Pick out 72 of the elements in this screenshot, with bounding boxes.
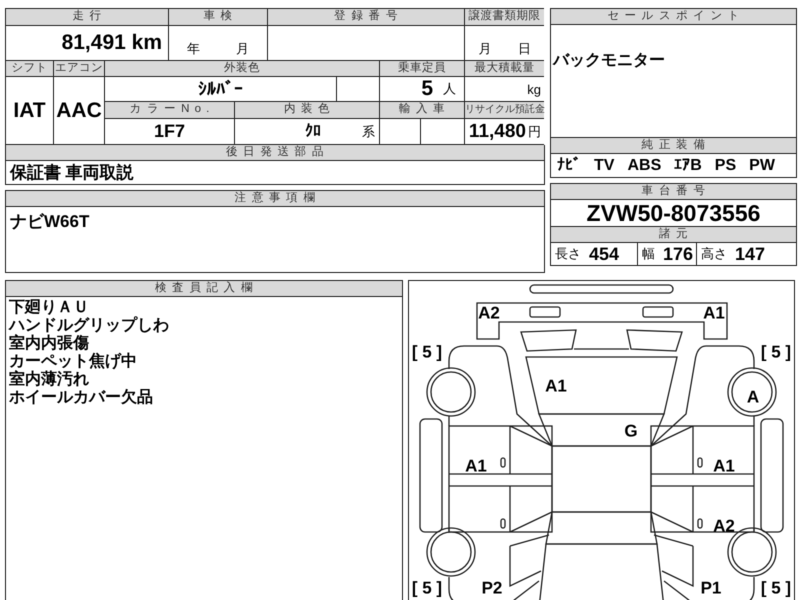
field-label: セールスポイント — [551, 9, 796, 24]
field-label: 純正装備 — [551, 138, 796, 153]
spec-value: 176 — [663, 244, 694, 264]
unit-label: 円 — [528, 122, 541, 140]
field-value: IAT — [13, 98, 46, 122]
spec-label: 高さ — [701, 245, 727, 263]
unit-label: kg — [527, 82, 541, 96]
damage-code: [ 5 ] — [412, 342, 442, 362]
inspection-note: 下廻りＡＵ — [9, 299, 89, 317]
field-label: 輸入車 — [380, 102, 464, 118]
field-label: カラーNo. — [105, 102, 234, 118]
field-label: 最大積載量 — [465, 61, 544, 76]
spec-label: 長さ — [555, 245, 581, 263]
inspection-note: ホイールカバー欠品 — [9, 389, 153, 407]
inspection-note: 室内内張傷 — [9, 335, 89, 352]
equipment-item: TV — [594, 156, 614, 174]
damage-code: A2 — [478, 304, 500, 322]
chassis-number: ZVW50-8073556 — [586, 200, 760, 226]
field-label: 内装色 — [235, 102, 379, 118]
field-label: 譲渡書類期限 — [465, 9, 544, 25]
equipment-item: ﾅﾋﾞ — [557, 156, 581, 175]
field-label: 乗車定員 — [380, 61, 464, 76]
damage-code: [ 5 ] — [412, 578, 442, 598]
equipment-item: PS — [714, 156, 736, 174]
field-value: 11,480 — [468, 120, 526, 142]
field-label: エアコン — [54, 61, 104, 76]
inspection-note: カーペット焦げ中 — [9, 353, 137, 370]
damage-code: G — [624, 422, 638, 440]
field-label: 注意事項欄 — [6, 191, 544, 206]
field-label: 登録番号 — [268, 9, 464, 25]
damage-code: [ 5 ] — [760, 342, 792, 362]
field-label: 諸元 — [551, 227, 796, 242]
date-unit: 月 — [478, 40, 492, 58]
spec-label: 幅 — [642, 245, 655, 263]
inspection-note: ハンドルグリップしわ — [9, 317, 169, 334]
mileage-value: 81,491 km — [62, 31, 162, 55]
damage-code: A2 — [713, 516, 735, 536]
field-value: 1F7 — [154, 121, 186, 142]
field-label: シフト — [6, 61, 53, 76]
field-value: 保証書 車両取説 — [10, 162, 134, 184]
field-label: 車検 — [169, 9, 267, 25]
equipment-item: ｴｱB — [674, 156, 702, 175]
field-value: ナビW66T — [10, 211, 90, 233]
damage-code: A1 — [713, 456, 735, 476]
field-label: 検査員記入欄 — [6, 281, 402, 297]
spec-value: 147 — [735, 244, 766, 264]
field-value: バックモニター — [553, 51, 665, 71]
damage-code: A — [746, 388, 760, 406]
damage-code: P2 — [482, 578, 502, 598]
field-label: 走行 — [6, 9, 168, 25]
date-unit: 日 — [518, 40, 531, 58]
date-unit: 年 — [187, 40, 200, 58]
inspection-note: 室内薄汚れ — [9, 371, 89, 389]
spec-value: 454 — [589, 244, 620, 264]
field-label: 後日発送部品 — [6, 145, 544, 160]
unit-label: 系 — [362, 122, 375, 140]
field-label: 車台番号 — [551, 184, 796, 199]
field-label: 外装色 — [105, 61, 379, 76]
unit-label: 人 — [443, 80, 456, 98]
field-value: 5 — [421, 77, 433, 101]
equipment-item: PW — [749, 156, 775, 174]
field-label: リサイクル預託金 — [465, 102, 544, 118]
field-value: AAC — [56, 98, 102, 122]
damage-code: A1 — [703, 304, 725, 322]
equipment-item: ABS — [627, 156, 662, 174]
damage-code: A1 — [465, 456, 487, 476]
damage-code: P1 — [700, 578, 722, 598]
field-value: ｸﾛ — [305, 122, 321, 141]
damage-code: A1 — [545, 376, 567, 396]
damage-code: [ 5 ] — [760, 578, 792, 598]
date-unit: 月 — [236, 40, 249, 58]
field-value: ｼﾙﾊﾞｰ — [198, 78, 243, 100]
